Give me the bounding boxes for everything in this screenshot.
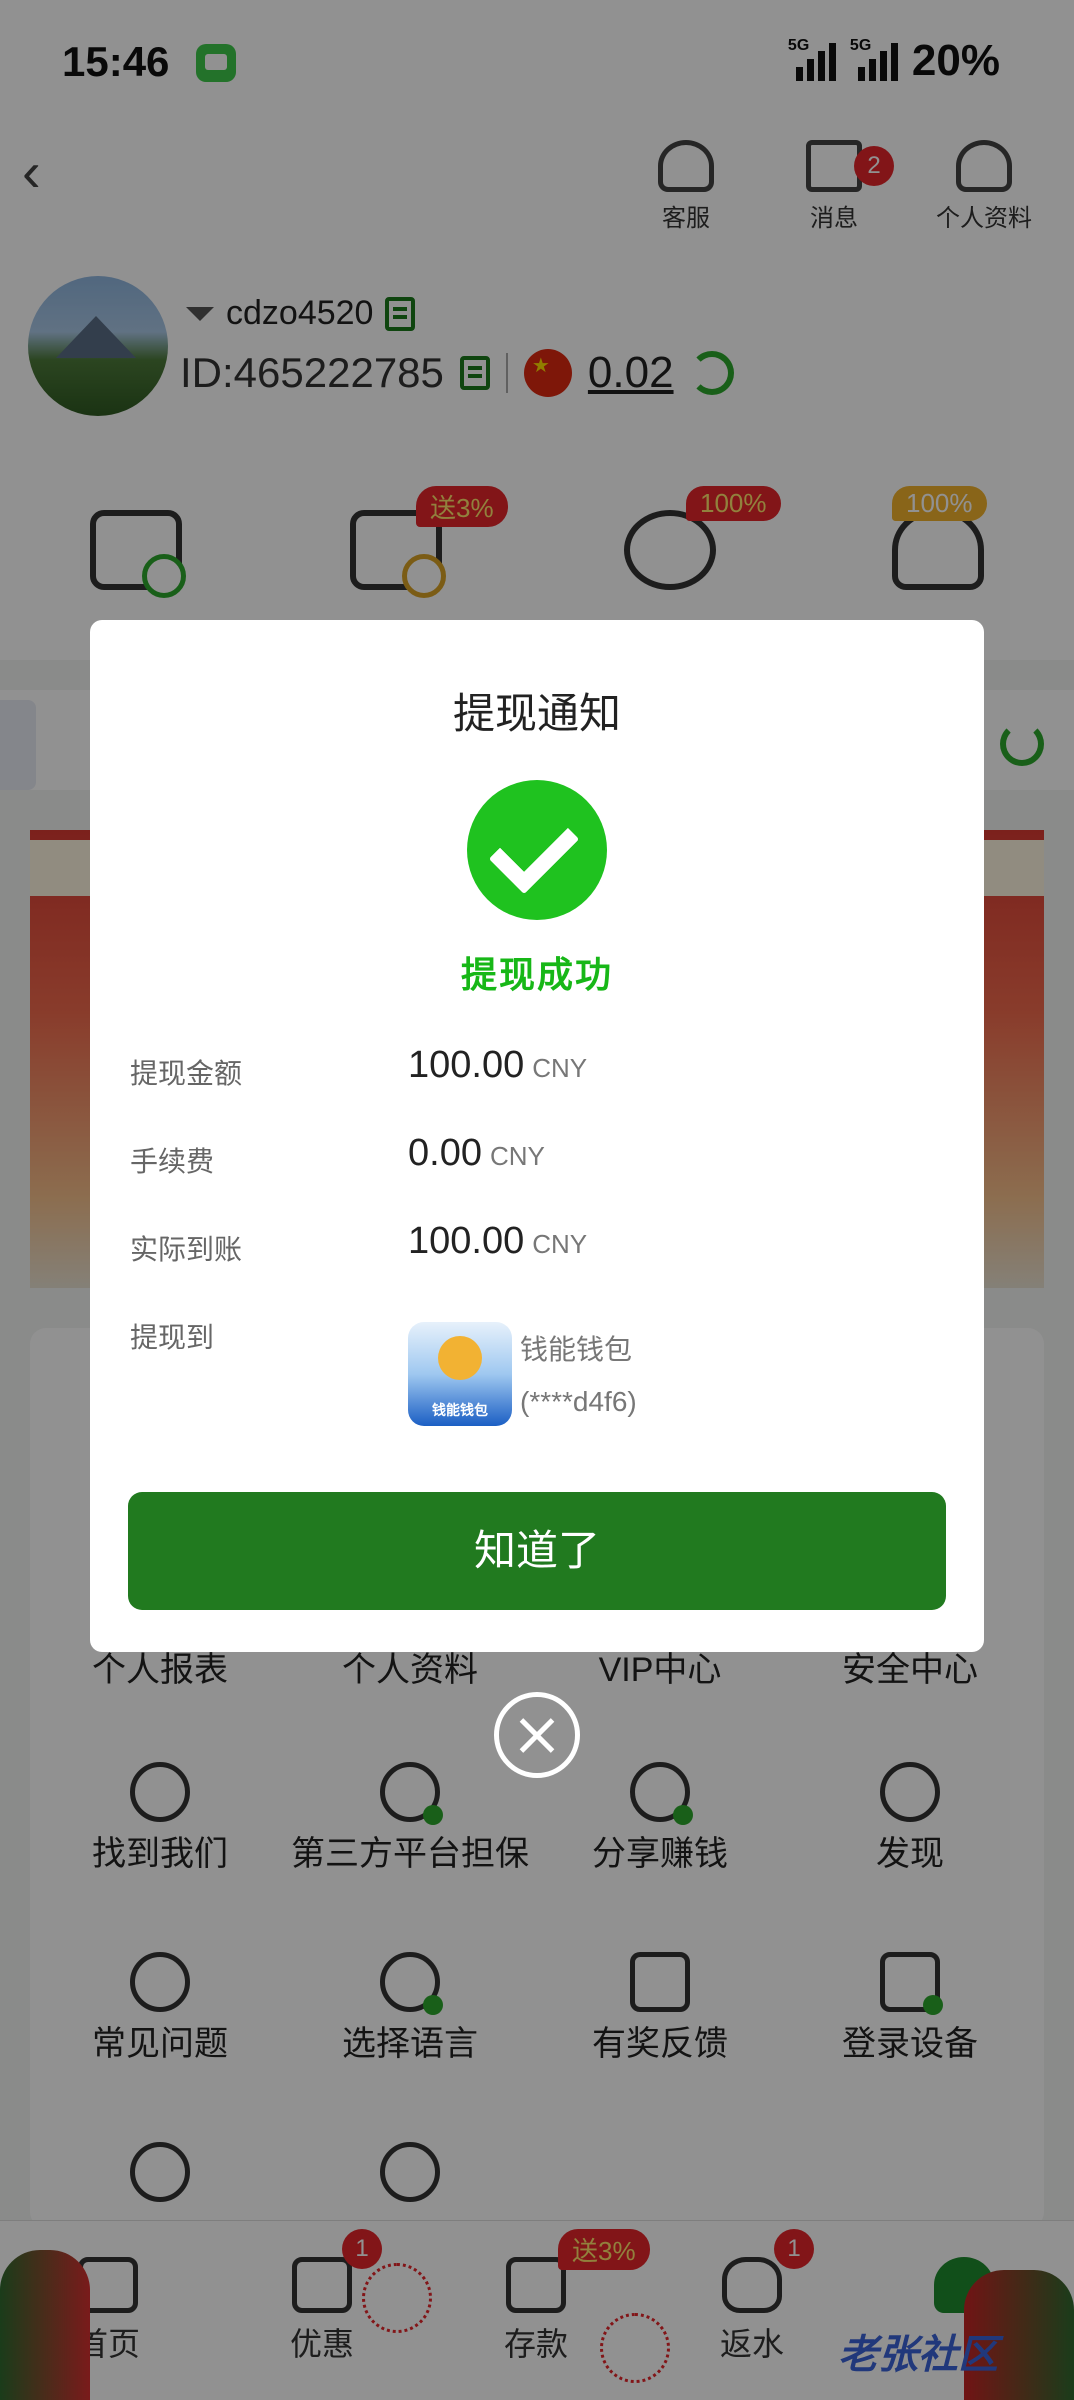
- fee-label: 手续费: [130, 1146, 215, 1177]
- checkmark-icon: [467, 780, 607, 920]
- withdraw-notice-dialog: 提现通知 提现成功 提现金额 100.00 CNY 手续费 0.00 CNY 实际到…: [90, 620, 984, 1652]
- currency: CNY: [489, 1141, 545, 1171]
- withdraw-status: 提现成功: [460, 954, 613, 995]
- currency: CNY: [532, 1229, 588, 1259]
- confirm-button[interactable]: 知道了: [128, 1492, 946, 1610]
- wallet-logo: 钱能钱包: [408, 1322, 512, 1426]
- close-icon[interactable]: [494, 1692, 580, 1778]
- dialog-title: 提现通知: [452, 690, 621, 737]
- fee-value: 0.00 CNY: [408, 1132, 545, 1174]
- withdraw-to-label: 提现到: [130, 1322, 215, 1353]
- received-label: 实际到账: [130, 1234, 243, 1265]
- wallet-name: 钱能钱包: [520, 1334, 633, 1365]
- received-value: 100.00 CNY: [408, 1220, 588, 1262]
- wallet-account: (****d4f6): [520, 1386, 637, 1417]
- amount-value: 100.00 CNY: [408, 1044, 588, 1086]
- amount-label: 提现金额: [130, 1058, 243, 1089]
- currency: CNY: [532, 1053, 588, 1083]
